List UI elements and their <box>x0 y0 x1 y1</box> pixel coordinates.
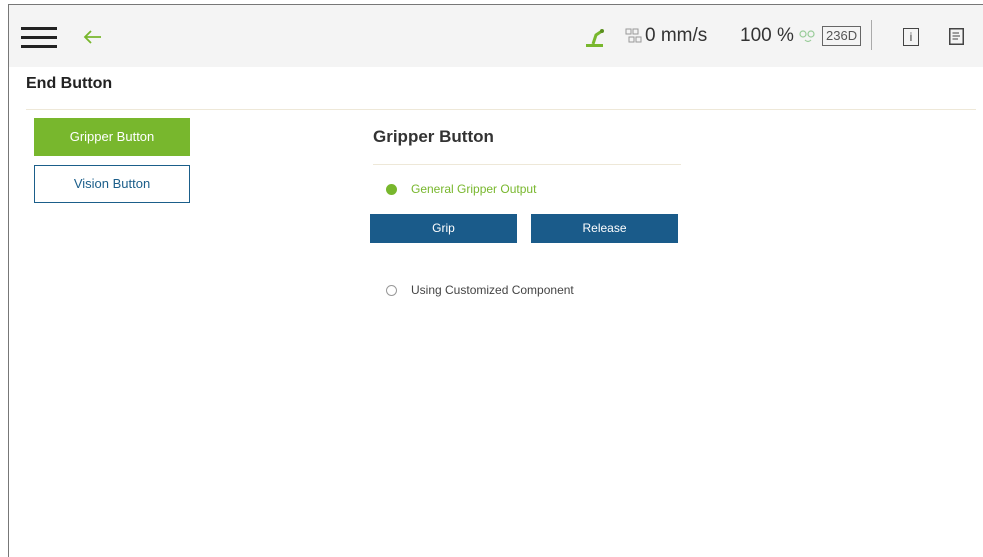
section-title: Gripper Button <box>373 127 494 146</box>
back-arrow-icon[interactable] <box>79 23 107 51</box>
id-badge: 236D <box>822 26 862 46</box>
radio-general-gripper-output[interactable] <box>386 184 397 195</box>
release-button[interactable]: Release <box>531 214 678 243</box>
info-icon[interactable]: i <box>903 28 919 46</box>
radio-label-general-gripper-output[interactable]: General Gripper Output <box>411 182 536 196</box>
section-divider <box>373 164 681 165</box>
title-divider <box>26 109 976 110</box>
robot-arm-icon[interactable] <box>583 25 607 49</box>
link-icon <box>799 30 815 43</box>
speed-readout: 0 mm/s <box>645 25 708 46</box>
radio-using-customized-component[interactable] <box>386 285 397 296</box>
speed-icon <box>625 28 642 43</box>
speed-percent[interactable]: 100 % <box>740 25 794 47</box>
top-bar: 0 mm/s 100 % 236D i <box>9 5 983 67</box>
sidebar-item-vision-button[interactable]: Vision Button <box>34 165 190 203</box>
page-title: End Button <box>26 75 113 92</box>
document-icon[interactable] <box>949 28 964 45</box>
sidebar-item-gripper-button[interactable]: Gripper Button <box>34 118 190 156</box>
menu-icon[interactable] <box>21 27 57 49</box>
window-frame: 0 mm/s 100 % 236D i End Button Gripper B… <box>8 4 983 557</box>
grip-button[interactable]: Grip <box>370 214 517 243</box>
toolbar-divider <box>871 20 872 50</box>
radio-label-using-customized-component[interactable]: Using Customized Component <box>411 283 574 297</box>
